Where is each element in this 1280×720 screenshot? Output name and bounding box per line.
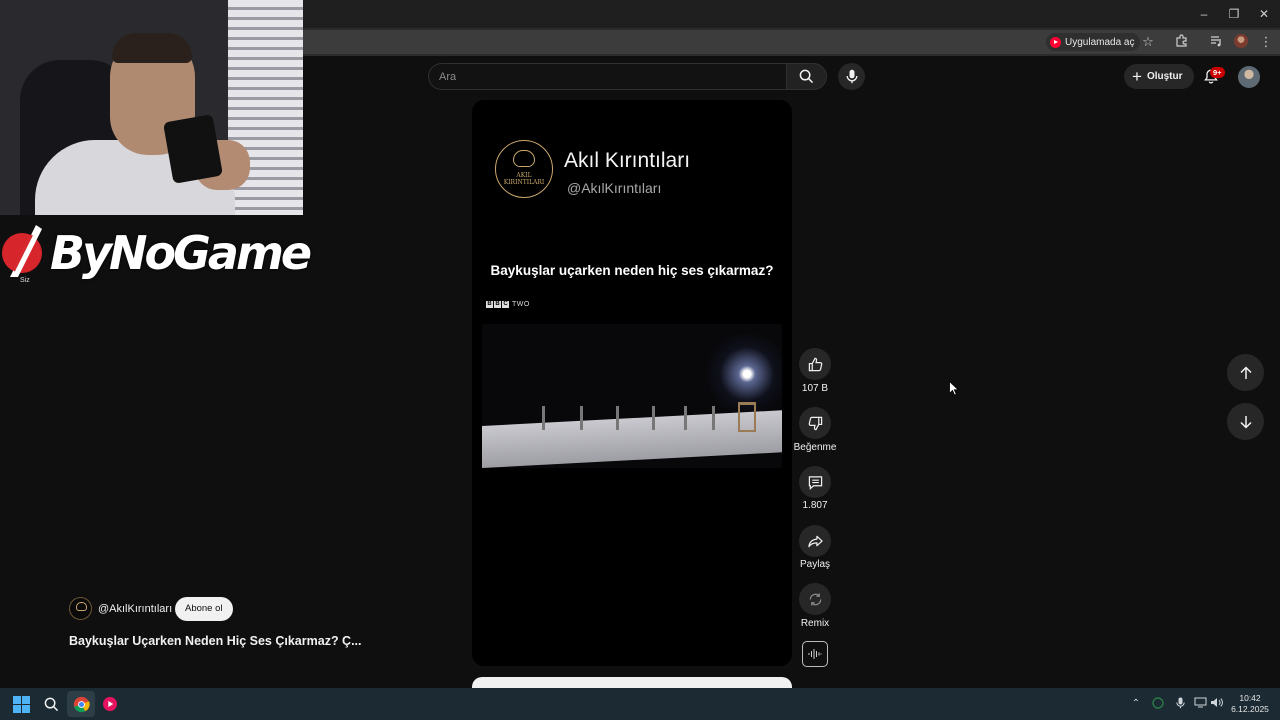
notification-badge: 9+ — [1210, 67, 1225, 78]
mouse-cursor-icon — [949, 381, 959, 396]
profile-avatar-icon[interactable] — [1234, 34, 1250, 50]
comments-button[interactable] — [799, 466, 831, 498]
akil-kirintilari-logo: AKIL KIRINTILARI — [495, 140, 553, 198]
windows-taskbar — [0, 688, 1280, 720]
share-icon — [807, 535, 823, 547]
video-caption: Baykuşlar uçarken neden hiç ses çıkarmaz… — [490, 263, 774, 278]
start-button[interactable] — [9, 692, 33, 716]
remix-button[interactable] — [799, 583, 831, 615]
open-in-app-label: Uygulamada aç — [1065, 36, 1135, 48]
remix-icon — [809, 592, 821, 606]
app-tray-icon[interactable] — [1151, 697, 1165, 711]
like-count: 107 B — [801, 383, 829, 394]
comment-icon — [808, 475, 822, 490]
previous-short-button[interactable] — [1227, 354, 1264, 391]
logo-text: AKIL KIRINTILARI — [503, 172, 545, 186]
media-player-icon — [103, 697, 117, 711]
microphone-stand — [542, 406, 545, 430]
restore-icon[interactable]: ❐ — [1226, 6, 1242, 22]
microphone-stand — [580, 406, 583, 430]
taskbar-media-player[interactable] — [98, 692, 122, 716]
short-video-player[interactable]: AKIL KIRINTILARI Akıl Kırıntıları @AkılKı… — [472, 100, 792, 666]
plus-icon: + — [1132, 67, 1142, 86]
bynogame-logo: ByNoGame — [0, 215, 312, 285]
media-control-icon[interactable] — [1208, 34, 1224, 50]
remix-label: Remix — [800, 618, 830, 629]
youtube-icon — [1050, 36, 1061, 48]
open-in-app-button[interactable]: Uygulamada aç — [1046, 33, 1141, 51]
bbc-two-logo: B B C TWO — [486, 301, 530, 308]
windows-logo-icon — [12, 695, 30, 713]
dislike-button[interactable] — [799, 407, 831, 439]
share-button[interactable] — [799, 525, 831, 557]
extensions-icon[interactable] — [1173, 34, 1189, 50]
account-avatar[interactable] — [1238, 66, 1260, 88]
taskbar-chrome[interactable] — [69, 692, 93, 716]
clock-date: 6.12.2025 — [1231, 704, 1269, 714]
channel-handle[interactable]: @AkılKırıntıları — [98, 603, 172, 615]
sound-wave-icon — [808, 649, 822, 659]
search-input[interactable] — [429, 64, 786, 89]
video-frame — [482, 324, 782, 468]
minimize-icon[interactable]: – — [1196, 6, 1212, 22]
clock-time: 10:42 — [1239, 693, 1261, 703]
thumbs-up-icon — [808, 357, 822, 371]
close-window-icon[interactable]: ✕ — [1256, 6, 1272, 22]
chrome-icon — [73, 696, 90, 712]
dislike-label: Beğenme — [793, 442, 837, 453]
search-icon — [44, 697, 58, 711]
volume-icon[interactable] — [1209, 697, 1223, 711]
brain-icon — [513, 150, 535, 167]
next-short-button[interactable] — [1227, 403, 1264, 440]
webcam-overlay — [0, 0, 303, 215]
sound-button[interactable] — [802, 641, 828, 667]
channel-avatar[interactable] — [69, 597, 92, 620]
microphone-stand — [652, 406, 655, 430]
mug — [162, 114, 224, 184]
comment-count: 1.807 — [802, 500, 828, 511]
taskbar-search-button[interactable] — [39, 692, 63, 716]
card-channel-name: Akıl Kırıntıları — [564, 149, 691, 172]
bynogame-emblem-icon — [2, 225, 42, 277]
studio-floor — [482, 410, 782, 468]
overlay-small-label: Siz — [20, 277, 30, 284]
microphone-stand — [712, 406, 715, 430]
search-box[interactable] — [428, 63, 786, 90]
card-channel-handle: @AkılKırıntıları — [567, 180, 662, 196]
voice-search-button[interactable] — [838, 63, 865, 90]
perch-stool — [738, 402, 756, 432]
arrow-up-icon — [1239, 365, 1252, 379]
subscribe-button[interactable]: Abone ol — [175, 597, 233, 621]
system-clock[interactable]: 10:42 6.12.2025 — [1226, 693, 1274, 715]
microphone-stand — [684, 406, 687, 430]
search-icon — [799, 69, 814, 84]
network-icon[interactable] — [1193, 697, 1207, 711]
browser-menu-icon[interactable]: ⋮ — [1258, 34, 1274, 50]
microphone-stand — [616, 406, 619, 430]
search-button[interactable] — [786, 63, 827, 90]
show-hidden-icons-icon[interactable]: ⌃ — [1129, 697, 1143, 711]
create-label: Oluştur — [1146, 71, 1183, 82]
headphones — [112, 33, 192, 63]
thumbs-down-icon — [808, 416, 822, 430]
create-button[interactable]: + Oluştur — [1124, 64, 1194, 89]
bookmark-star-icon[interactable]: ☆ — [1140, 34, 1156, 50]
share-label: Paylaş — [799, 559, 830, 570]
bynogame-text: ByNoGame — [50, 226, 312, 280]
microphone-tray-icon[interactable] — [1173, 697, 1187, 711]
microphone-icon — [846, 69, 857, 84]
video-title[interactable]: Baykuşlar Uçarken Neden Hiç Ses Çıkarmaz… — [69, 634, 362, 648]
like-button[interactable] — [799, 348, 831, 380]
arrow-down-icon — [1239, 415, 1252, 429]
